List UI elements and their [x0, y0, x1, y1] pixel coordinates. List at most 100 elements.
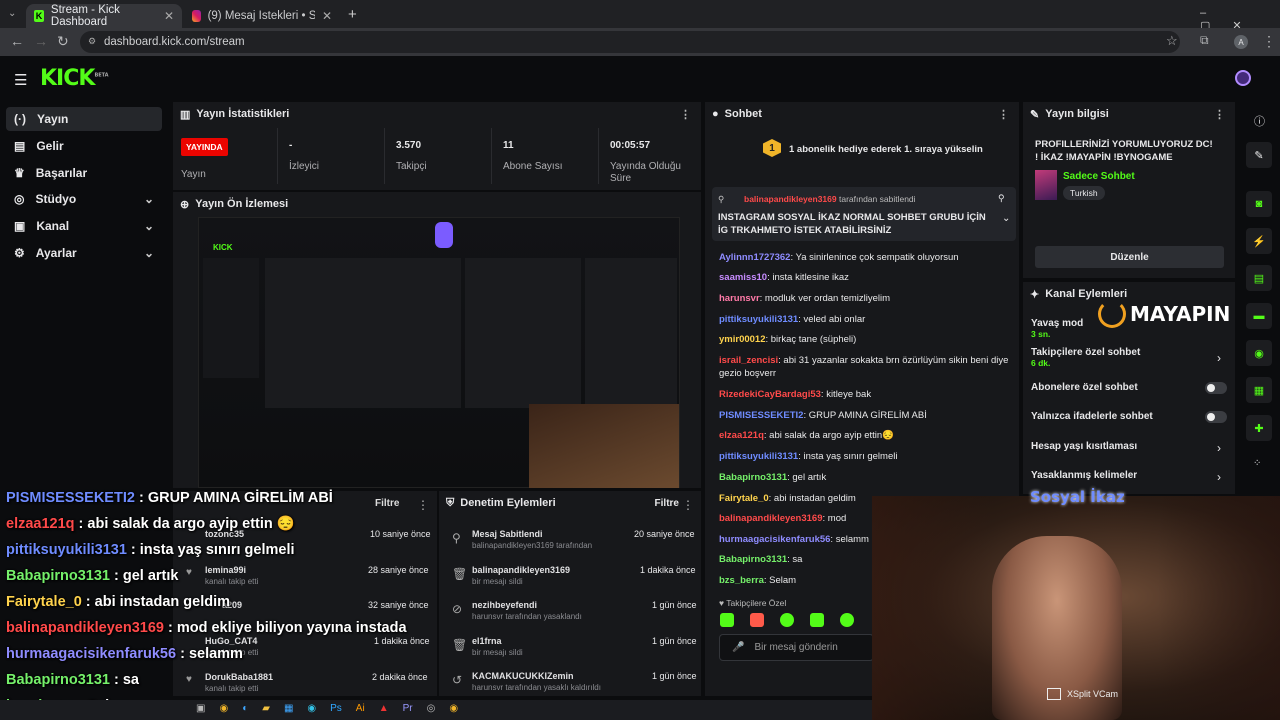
chat-message[interactable]: Babapirno3131: gel artık: [719, 471, 1009, 484]
filter-button[interactable]: Filtre: [655, 498, 679, 509]
chat-message[interactable]: saamiss10: insta kitlesine ikaz: [719, 271, 1009, 284]
chat-username[interactable]: RizedekiCayBardagi53: [719, 389, 821, 400]
chat-message[interactable]: harunsvr: modluk ver ordan temizliyelim: [719, 292, 1009, 305]
account-age-item[interactable]: Hesap yaşı kısıtlaması: [1031, 441, 1137, 452]
tab-search-icon[interactable]: ⌄: [8, 8, 16, 19]
pinned-message[interactable]: ⚲ balinapandikleyen3169 tarafından sabit…: [712, 187, 1016, 241]
emote-icon[interactable]: [840, 613, 854, 627]
broadcast-icon[interactable]: ◉: [1246, 340, 1272, 366]
chat-username[interactable]: ymir00012: [719, 334, 765, 345]
preview-icon: ⊕: [180, 198, 190, 211]
chat-username[interactable]: balinapandikleyen3169: [719, 513, 823, 524]
kick-logo[interactable]: KICKBETA: [40, 66, 109, 91]
chat-message[interactable]: Aylinnn1727362: Ya sinirlenince çok semp…: [719, 251, 1009, 264]
chevron-right-icon[interactable]: ›: [1217, 351, 1221, 365]
chat-message[interactable]: RizedekiCayBardagi53: kitleye bak: [719, 388, 1009, 401]
chat-message[interactable]: israil_zencisi: abi 31 yazanlar sokakta …: [719, 354, 1009, 380]
bookmark-star-icon[interactable]: ☆: [1166, 33, 1178, 49]
url-field[interactable]: dashboard.kick.com/stream: [80, 31, 1180, 53]
chat-username[interactable]: PISMISESSEKETI2: [719, 410, 803, 421]
edit-button[interactable]: Düzenle: [1035, 246, 1224, 268]
emote-icon[interactable]: [720, 613, 734, 627]
divider: [277, 128, 278, 184]
info-icon[interactable]: ⓘ: [1254, 113, 1265, 129]
tool-icon[interactable]: ✚: [1246, 415, 1272, 441]
browser-tab-instagram[interactable]: (9) Mesaj İstekleri • Sohbetler ✕: [184, 4, 340, 28]
chat-input[interactable]: 🎤 Bir mesaj gönderin: [719, 634, 874, 661]
chevron-right-icon[interactable]: ›: [1217, 441, 1221, 455]
chat-username[interactable]: pittiksuyukili3131: [719, 451, 798, 462]
close-tab-icon[interactable]: ✕: [164, 9, 174, 23]
chat-text: : GRUP AMINA GİRELİM ABİ: [803, 410, 927, 421]
kick-favicon-icon: K: [34, 10, 44, 22]
subscribers-only-toggle[interactable]: [1205, 382, 1227, 394]
sidebar-item-basarilar[interactable]: ♛ Başarılar: [6, 161, 162, 185]
chat-username[interactable]: pittiksuyukili3131: [719, 314, 798, 325]
chat-message[interactable]: elzaa121q: abi salak da argo ayip ettin😔: [719, 429, 1009, 442]
emote-bar[interactable]: [720, 613, 865, 627]
emote-icon[interactable]: [810, 613, 824, 627]
sidebar-item-studyo[interactable]: ◎ Stüdyo ⌄: [6, 187, 162, 211]
capture-icon[interactable]: ◙: [1246, 191, 1272, 217]
more-icon[interactable]: ⋮: [998, 108, 1009, 121]
chevron-right-icon[interactable]: ›: [1217, 470, 1221, 484]
sidebar-item-kanal[interactable]: ▣ Kanal ⌄: [6, 214, 162, 238]
user-avatar[interactable]: [1235, 70, 1251, 86]
chat-username[interactable]: Fairytale_0: [719, 493, 769, 504]
unpin-icon[interactable]: ⚲: [998, 193, 1005, 204]
banned-words-item[interactable]: Yasaklanmış kelimeler: [1031, 470, 1137, 481]
category-link[interactable]: Sadece Sohbet: [1063, 171, 1135, 182]
chat-icon[interactable]: ▬: [1246, 303, 1272, 329]
overlay-text: : mod ekliye biliyon yayına instada: [163, 620, 407, 636]
divider: [598, 128, 599, 184]
more-icon[interactable]: ⋮: [682, 498, 694, 512]
layout-icon[interactable]: ⁘: [1253, 458, 1261, 469]
more-icon[interactable]: ⋮: [1214, 108, 1225, 121]
gift-goal-text[interactable]: 1 abonelik hediye ederek 1. sıraya yükse…: [789, 144, 983, 155]
bolt-icon[interactable]: ⚡: [1246, 228, 1272, 254]
chat-username[interactable]: saamiss10: [719, 272, 767, 283]
followers-only-chat-item[interactable]: Takipçilere özel sohbet 6 dk.: [1031, 347, 1140, 368]
chevron-down-icon[interactable]: ⌄: [1002, 213, 1010, 224]
emote-icon[interactable]: [750, 613, 764, 627]
taskbar-icons[interactable]: ▣ ◉ ◐ ▰ ▦ ◉ Ps Ai ▲ Pr ◎ ◉: [196, 703, 458, 714]
chat-message[interactable]: pittiksuyukili3131: veled abi onlar: [719, 313, 1009, 326]
reload-icon[interactable]: ↻: [57, 33, 69, 50]
preview-video[interactable]: KICK: [198, 217, 680, 488]
chat-username[interactable]: Aylinnn1727362: [719, 252, 790, 263]
chat-username[interactable]: Babapirno3131: [719, 472, 787, 483]
chat-username[interactable]: Babapirno3131: [719, 554, 787, 565]
site-info-icon[interactable]: ⚙: [88, 36, 96, 47]
chat-username[interactable]: hurmaagacisikenfaruk56: [719, 534, 830, 545]
hamburger-menu-icon[interactable]: ☰: [14, 71, 27, 89]
browser-tab-kick[interactable]: K Stream - Kick Dashboard ✕: [26, 4, 182, 28]
sidebar-item-yayin[interactable]: (·) Yayın: [6, 107, 162, 131]
mic-icon[interactable]: 🎤: [732, 642, 744, 653]
emote-only-toggle[interactable]: [1205, 411, 1227, 423]
chat-message[interactable]: pittiksuyukili3131: insta yaş sınırı gel…: [719, 450, 1009, 463]
chat-username[interactable]: bzs_berra: [719, 575, 764, 586]
more-icon[interactable]: ⋮: [417, 498, 429, 512]
browser-menu-icon[interactable]: ⋮: [1262, 33, 1276, 50]
emote-icon[interactable]: [780, 613, 794, 627]
pencil-icon[interactable]: ✎: [1246, 142, 1272, 168]
new-tab-icon[interactable]: +: [348, 6, 357, 23]
more-icon[interactable]: ⋮: [680, 108, 691, 121]
media-icon[interactable]: ▦: [1246, 377, 1272, 403]
profile-avatar[interactable]: A: [1234, 35, 1248, 49]
chat-username[interactable]: harunsvr: [719, 293, 760, 304]
chrome-icon: ◉: [219, 703, 229, 714]
forward-icon[interactable]: →: [34, 33, 48, 49]
close-tab-icon[interactable]: ✕: [322, 9, 332, 23]
back-icon[interactable]: ←: [10, 33, 24, 49]
filter-button[interactable]: Filtre: [375, 498, 399, 509]
sidebar-item-gelir[interactable]: ▤ Gelir: [6, 134, 162, 158]
sidebar-item-ayarlar[interactable]: ⚙ Ayarlar ⌄: [6, 241, 162, 265]
chat-username[interactable]: elzaa121q: [719, 430, 764, 441]
clipboard-icon[interactable]: ▤: [1246, 265, 1272, 291]
chat-username[interactable]: israil_zencisi: [719, 355, 778, 366]
extensions-icon[interactable]: ⧉: [1200, 33, 1209, 48]
chat-message[interactable]: ymir00012: birkaç tane (süpheli): [719, 333, 1009, 346]
chat-message[interactable]: PISMISESSEKETI2: GRUP AMINA GİRELİM ABİ: [719, 409, 1009, 422]
slow-mode-item[interactable]: Yavaş mod 3 sn.: [1031, 318, 1083, 339]
